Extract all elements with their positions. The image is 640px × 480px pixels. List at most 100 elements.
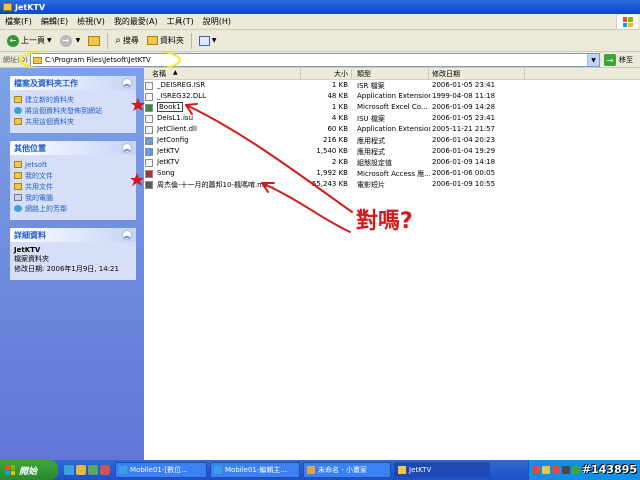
file-type: ISU 檔案 [357, 115, 385, 123]
file-type: Microsoft Excel Co... [357, 103, 428, 111]
task-publish-web[interactable]: 將這個資料夾發佈到網站 [14, 105, 132, 116]
file-row[interactable]: 周杰倫-十一月的蕭邦10-楓嗎唷.mv... 55,243 KB 電影短片 20… [144, 179, 640, 190]
start-button[interactable]: 開始 [0, 460, 58, 480]
tray-icon[interactable] [542, 466, 550, 474]
go-button[interactable]: 移至 [619, 55, 633, 65]
file-row[interactable]: JetKTV 1,540 KB 應用程式 2006-01-04 19:29 [144, 146, 640, 157]
media-icon[interactable] [76, 465, 86, 475]
file-row[interactable]: JetClient.dll 60 KB Application Extensio… [144, 124, 640, 135]
file-row[interactable]: JetConfig 216 KB 應用程式 2006-01-04 20:23 [144, 135, 640, 146]
collapse-icon[interactable]: ︽ [122, 143, 132, 153]
go-arrow-icon[interactable]: → [604, 54, 616, 66]
file-row[interactable]: _ISREG32.DLL 48 KB Application Extension… [144, 91, 640, 102]
menu-edit[interactable]: 編輯(E) [38, 16, 74, 27]
tray-icon[interactable] [562, 466, 570, 474]
app-icon [145, 137, 153, 145]
file-row[interactable]: Book1 1 KB Microsoft Excel Co... 2006-01… [144, 102, 640, 113]
app-icon[interactable] [100, 465, 110, 475]
chevron-down-icon[interactable]: ▼ [587, 54, 599, 66]
folder-icon [33, 56, 42, 64]
share-folder-icon [14, 118, 22, 125]
views-button[interactable]: ▼ [195, 32, 221, 50]
browser-icon [119, 466, 127, 474]
taskbar-item[interactable]: Mobile01-編輯主... [210, 462, 300, 478]
panel-header[interactable]: 詳細資料 ︽ [10, 228, 136, 242]
file-size: 1,540 KB [316, 147, 348, 155]
taskbar-item[interactable]: JetKTV [394, 462, 490, 478]
sort-arrow-icon: ▲ [173, 69, 178, 76]
file-name: Song [157, 169, 175, 177]
tray-icon[interactable] [532, 466, 540, 474]
panel-header[interactable]: 檔案及資料夾工作 ︽ [10, 76, 136, 90]
up-folder-icon [88, 35, 101, 46]
up-folder-button[interactable] [84, 32, 104, 50]
column-size[interactable]: 大小 [334, 69, 348, 79]
column-date[interactable]: 修改日期 [432, 69, 460, 79]
ie-icon[interactable] [64, 465, 74, 475]
file-row[interactable]: Song 1,992 KB Microsoft Access 應... 2006… [144, 168, 640, 179]
task-label: 將這個資料夾發佈到網站 [25, 106, 102, 115]
address-input[interactable]: C:\Program Files\Jetsoft\JetKTV ▼ [30, 53, 600, 67]
place-label: 共用文件 [25, 182, 53, 191]
file-row[interactable]: _DEISREG.ISR 1 KB ISR 檔案 2006-01-05 23:4… [144, 80, 640, 91]
file-type: 組態設定值 [357, 159, 392, 167]
place-my-documents[interactable]: 我的文件 [14, 170, 132, 181]
task-new-folder[interactable]: 建立新的資料夾 [14, 94, 132, 105]
window-title: JetKTV [15, 2, 46, 12]
place-jetsoft[interactable]: Jetsoft [14, 159, 132, 170]
tray-icon[interactable] [572, 466, 580, 474]
file-date: 2006-01-09 10:55 [432, 180, 496, 188]
file-size: 216 KB [323, 136, 348, 144]
file-date: 2006-01-05 23:41 [432, 114, 496, 122]
menu-favorites[interactable]: 我的最愛(A) [111, 16, 164, 27]
taskbar-item[interactable]: Mobile01-[數位... [115, 462, 207, 478]
toolbar-separator [190, 32, 192, 49]
my-documents-icon [14, 172, 22, 179]
back-button[interactable]: ← 上一頁 ▼ [3, 32, 56, 50]
network-icon [14, 205, 22, 212]
taskbar-item-label: Mobile01-編輯主... [225, 466, 288, 474]
menu-view[interactable]: 檢視(V) [74, 16, 111, 27]
new-folder-icon [14, 96, 22, 103]
place-my-computer[interactable]: 我的電腦 [14, 192, 132, 203]
dll-icon [145, 126, 153, 134]
tray-icon[interactable] [552, 466, 560, 474]
desktop-icon[interactable] [88, 465, 98, 475]
file-size: 2 KB [331, 158, 348, 166]
file-name: DeIsL1.isu [157, 114, 194, 122]
place-label: 我的文件 [25, 171, 53, 180]
chevron-down-icon: ▼ [75, 37, 81, 44]
file-row[interactable]: DeIsL1.isu 4 KB ISU 檔案 2006-01-05 23:41 [144, 113, 640, 124]
forward-button[interactable]: → ▼ [56, 32, 85, 50]
place-label: 網路上的芳鄰 [25, 204, 67, 213]
file-row[interactable]: JetKTV 2 KB 組態設定值 2006-01-09 14:18 [144, 157, 640, 168]
app-icon [145, 148, 153, 156]
title-bar: JetKTV [0, 0, 640, 14]
menu-file[interactable]: 檔案(F) [2, 16, 38, 27]
column-type[interactable]: 類型 [357, 69, 371, 79]
file-name: JetClient.dll [157, 125, 197, 133]
search-icon: ⌕ [115, 35, 121, 46]
folders-icon [146, 36, 158, 45]
taskbar: 開始 Mobile01-[數位... Mobile01-編輯主... 未命名 -… [0, 460, 640, 480]
file-name: Book1 [157, 102, 183, 112]
menu-tools[interactable]: 工具(T) [164, 16, 200, 27]
place-network[interactable]: 網路上的芳鄰 [14, 203, 132, 214]
address-path: C:\Program Files\Jetsoft\JetKTV [45, 56, 151, 64]
file-date: 2006-01-09 14:28 [432, 103, 496, 111]
taskbar-item[interactable]: 未命名 - 小畫家 [303, 462, 391, 478]
file-size: 1 KB [331, 103, 348, 111]
back-label: 上一頁 [21, 36, 45, 45]
column-name[interactable]: 名稱 [152, 69, 166, 79]
file-date: 2006-01-04 20:23 [432, 136, 496, 144]
folders-button[interactable]: 資料夾 [143, 32, 188, 50]
chevron-down-icon: ▼ [211, 37, 217, 44]
file-type: Application Extension [357, 92, 430, 100]
search-button[interactable]: ⌕ 搜尋 [111, 32, 143, 50]
collapse-icon[interactable]: ︽ [122, 78, 132, 88]
place-shared-documents[interactable]: 共用文件 [14, 181, 132, 192]
panel-header[interactable]: 其他位置 ︽ [10, 141, 136, 155]
menu-help[interactable]: 說明(H) [200, 16, 237, 27]
task-share-folder[interactable]: 共用這個資料夾 [14, 116, 132, 127]
collapse-icon[interactable]: ︽ [122, 230, 132, 240]
